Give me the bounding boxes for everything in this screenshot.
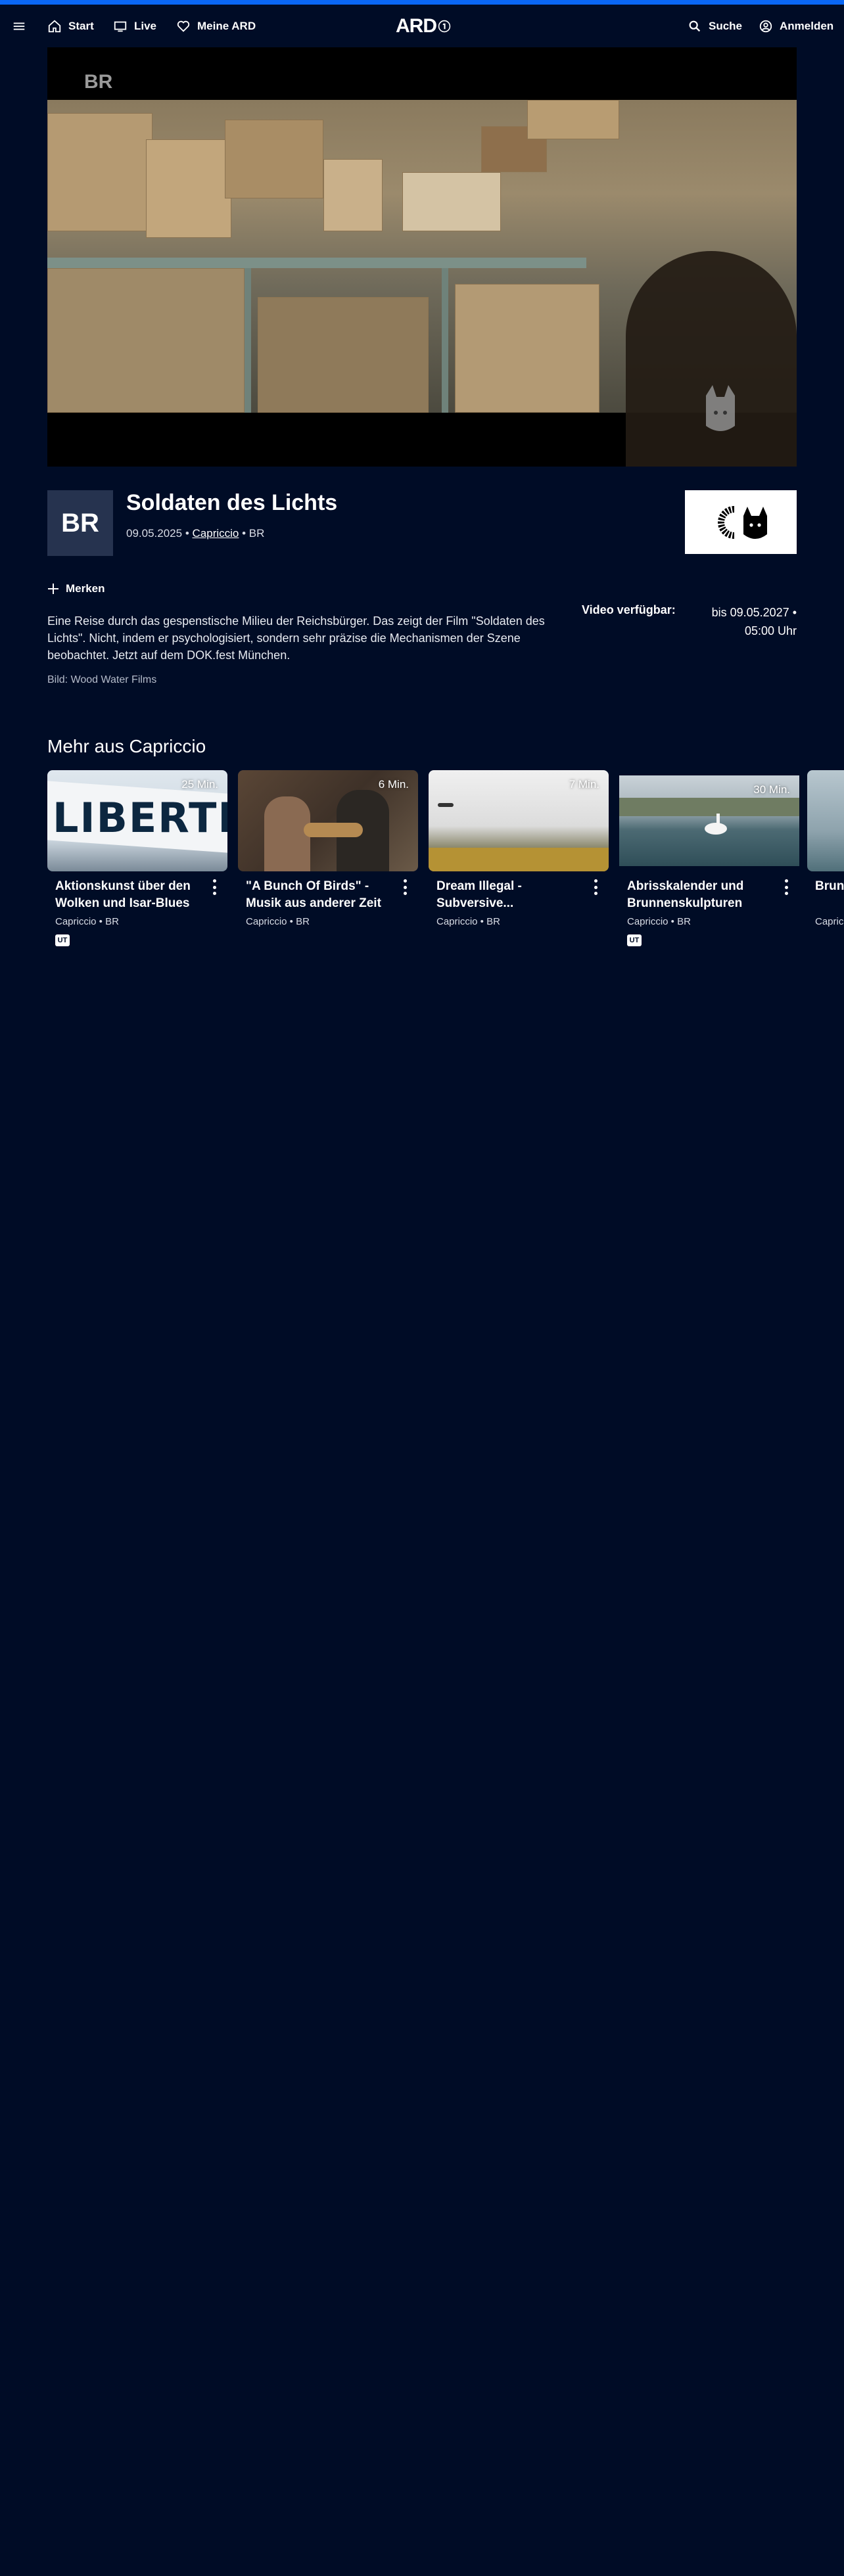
nav-anmelden[interactable]: Anmelden (759, 5, 833, 47)
video-card[interactable]: Brun Capric (807, 770, 844, 927)
channel-logo[interactable]: BR (47, 490, 113, 556)
nav-live-label: Live (134, 19, 157, 32)
search-icon (689, 20, 701, 32)
hamburger-icon (13, 22, 25, 30)
meta-separator: • (242, 527, 246, 540)
card-duration: 30 Min. (753, 783, 790, 796)
card-title: Abrisskalender und Brunnenskulpturen (627, 879, 744, 910)
video-player[interactable]: BR (47, 47, 797, 467)
capriccio-cat-watermark-icon (706, 385, 735, 431)
main-navigation: Start Live Meine ARD ARD Suche Anmelden (0, 5, 844, 47)
broadcaster: BR (248, 527, 265, 540)
card-thumbnail[interactable] (807, 770, 844, 871)
video-card[interactable]: LIBERTE 25 Min. Aktionskunst über den Wo… (47, 770, 227, 946)
video-frame (47, 100, 797, 467)
video-card[interactable]: 30 Min. Abrisskalender und Brunnenskulpt… (619, 770, 799, 946)
video-title: Soldaten des Lichts (126, 490, 338, 515)
more-options-icon[interactable] (780, 879, 793, 895)
merken-label: Merken (66, 582, 105, 595)
card-duration: 6 Min. (378, 778, 409, 791)
show-link[interactable]: Capriccio (193, 527, 239, 540)
tv-icon (114, 21, 127, 32)
nav-start-label: Start (68, 19, 94, 32)
video-card[interactable]: 7 Min. Dream Illegal - Subversive... Cap… (429, 770, 609, 927)
meta-separator: • (185, 527, 189, 540)
nav-suche[interactable]: Suche (688, 5, 742, 47)
availability-label: Video verfügbar: (582, 603, 676, 616)
card-title: Brun (815, 879, 844, 893)
video-card[interactable]: 6 Min. "A Bunch Of Birds" - Musik aus an… (238, 770, 418, 927)
video-description: Eine Reise durch das gespenstische Milie… (47, 614, 545, 662)
nav-suche-label: Suche (709, 19, 743, 32)
heart-icon (177, 20, 190, 32)
card-meta: Capric (815, 916, 844, 927)
card-meta: Capriccio • BR (436, 916, 500, 927)
nav-meine-ard-label: Meine ARD (197, 19, 256, 32)
card-title: Dream Illegal - Subversive... (436, 879, 522, 910)
image-credit: Bild: Wood Water Films (47, 674, 157, 685)
card-duration: 25 Min. (181, 778, 218, 791)
show-logo[interactable] (685, 490, 797, 554)
card-meta: Capriccio • BR (246, 916, 310, 927)
card-thumbnail[interactable]: LIBERTE 25 Min. (47, 770, 227, 871)
ard-one-icon (438, 20, 451, 33)
user-circle-icon (759, 20, 772, 32)
more-options-icon[interactable] (398, 879, 411, 895)
home-icon (48, 20, 61, 32)
availability-value: bis 09.05.2027 • 05:00 Uhr (711, 606, 797, 637)
more-options-icon[interactable] (589, 879, 602, 895)
subtitle-badge: UT (55, 934, 70, 946)
section-title: Mehr aus Capriccio (47, 736, 206, 756)
card-meta: Capriccio • BR (627, 916, 691, 927)
card-thumbnail[interactable]: 6 Min. (238, 770, 418, 871)
card-title: "A Bunch Of Birds" - Musik aus anderer Z… (246, 879, 381, 910)
ard-logo-text: ARD (396, 15, 437, 37)
subtitle-badge: UT (627, 934, 642, 946)
video-date: 09.05.2025 (126, 527, 183, 540)
top-accent-bar (0, 0, 844, 5)
plus-icon (48, 584, 59, 594)
card-duration: 7 Min. (569, 778, 599, 791)
video-meta: 09.05.2025 • Capriccio • BR (126, 527, 264, 540)
nav-start[interactable]: Start (47, 5, 94, 47)
card-meta: Capriccio • BR (55, 916, 119, 927)
card-thumbnail[interactable]: 7 Min. (429, 770, 609, 871)
card-title: Aktionskunst über den Wolken und Isar-Bl… (55, 879, 191, 910)
merken-button[interactable]: Merken (47, 582, 105, 595)
br-watermark: BR (84, 71, 113, 93)
more-options-icon[interactable] (208, 879, 221, 895)
nav-anmelden-label: Anmelden (780, 19, 834, 32)
ard-logo[interactable]: ARD (396, 12, 451, 41)
card-thumbnail[interactable]: 30 Min. (619, 775, 799, 866)
capriccio-logo-icon (718, 505, 767, 539)
menu-button[interactable] (12, 5, 26, 47)
nav-meine-ard[interactable]: Meine ARD (176, 5, 256, 47)
channel-logo-text: BR (61, 508, 99, 538)
nav-live[interactable]: Live (113, 5, 156, 47)
more-videos-row: LIBERTE 25 Min. Aktionskunst über den Wo… (47, 770, 844, 954)
